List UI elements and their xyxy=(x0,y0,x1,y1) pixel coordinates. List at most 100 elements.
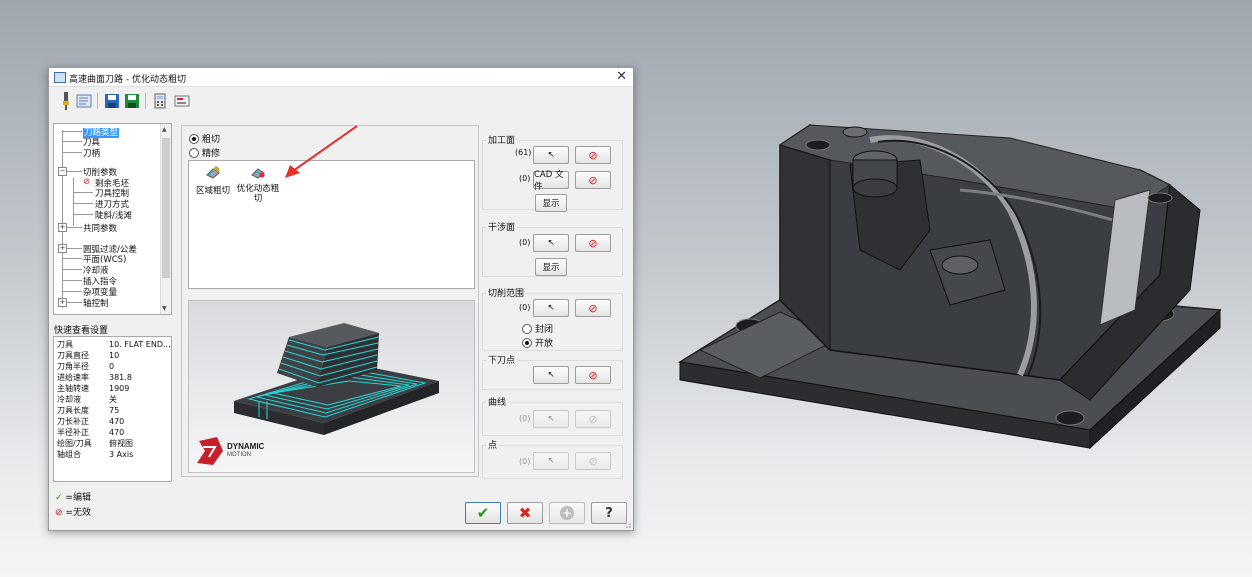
toolpath-preview-image: DYNAMIC MOTION xyxy=(188,300,475,473)
clear-cut-range-button[interactable]: ⊘ xyxy=(575,299,611,317)
ok-button[interactable]: ✔ xyxy=(465,502,501,524)
point-count: (0) xyxy=(519,457,531,466)
cancel-button[interactable]: ✖ xyxy=(507,502,543,524)
show-check-surface-button[interactable]: 显示 xyxy=(535,258,567,276)
calculator-icon[interactable] xyxy=(151,92,169,110)
cursor-arrow-icon: ↖ xyxy=(547,370,555,380)
select-cut-range-button[interactable]: ↖ xyxy=(533,299,569,317)
logo-text: DYNAMIC xyxy=(227,442,265,451)
select-machining-surface-button[interactable]: ↖ xyxy=(533,146,569,164)
check-icon: ✔ xyxy=(476,504,490,522)
quick-view-row: 绘图/刀具 俯视图 xyxy=(57,439,133,448)
toolpath-dialog: 高速曲面刀路 - 优化动态粗切 ✕ 刀路类型 刀具 刀柄 − 切削参数 ⊘ 剩余… xyxy=(48,67,634,531)
collapse-icon[interactable]: − xyxy=(58,167,67,176)
tree-item-axis-control[interactable]: 轴控制 xyxy=(83,297,109,309)
scroll-down-icon[interactable]: ▼ xyxy=(162,305,167,312)
quick-view-row: 冷却液关 xyxy=(57,395,117,404)
quick-view-row: 进给速率 381.8 xyxy=(57,373,132,382)
clear-machining-surface-button[interactable]: ⊘ xyxy=(575,146,611,164)
help-icon: ? xyxy=(605,505,613,521)
close-icon: ✖ xyxy=(518,504,532,522)
quick-view-row: 刀具长度 75 xyxy=(57,406,120,415)
window-title: 高速曲面刀路 - 优化动态粗切 xyxy=(69,75,186,85)
select-check-surface-button[interactable]: ↖ xyxy=(533,234,569,252)
method-optirough[interactable]: 优化动态粗切 xyxy=(235,165,281,204)
apply-button[interactable]: + xyxy=(549,502,585,524)
mold-part-render xyxy=(677,124,1222,450)
check-surface-label: 干涉面 xyxy=(486,220,518,233)
rough-radio[interactable]: 粗切 xyxy=(189,132,220,145)
scroll-thumb[interactable] xyxy=(162,138,170,278)
help-button[interactable]: ? xyxy=(591,502,627,524)
optirough-icon xyxy=(251,168,265,179)
dynamic-motion-logo xyxy=(197,437,223,465)
quick-view-panel: 刀具 10. FLAT END... 刀具直径 10 刀角半径 0 进给速率 381.8… xyxy=(53,336,172,482)
curve-label: 曲线 xyxy=(486,395,509,408)
scroll-up-icon[interactable]: ▲ xyxy=(162,126,167,133)
area-rough-icon xyxy=(206,166,220,179)
logo-subtext: MOTION xyxy=(227,452,251,458)
clear-entry-point-button[interactable]: ⊘ xyxy=(575,366,611,384)
machining-surface-label: 加工面 xyxy=(486,133,518,146)
quick-view-title: 快速查看设置 xyxy=(54,326,109,336)
select-curve-button[interactable]: ↖ xyxy=(533,410,569,428)
cut-range-count: (0) xyxy=(519,303,531,312)
clear-check-surface-button[interactable]: ⊘ xyxy=(575,234,611,252)
clear-cad-file-button[interactable]: ⊘ xyxy=(575,171,611,189)
cursor-arrow-icon: ↖ xyxy=(547,150,555,160)
resize-grip-icon[interactable] xyxy=(623,520,631,528)
clear-curve-button[interactable]: ⊘ xyxy=(575,410,611,428)
toolpath-list-icon[interactable] xyxy=(75,92,93,110)
tree-item-steep-shallow[interactable]: 陡斜/浅滩 xyxy=(95,209,132,221)
toolbar-separator xyxy=(145,93,146,109)
tool-icon[interactable] xyxy=(57,92,75,110)
tree-scrollbar[interactable]: ▲ ▼ xyxy=(160,124,171,314)
check-icon: ✓ xyxy=(55,493,63,503)
save-icon[interactable] xyxy=(103,92,121,110)
invalid-icon: ⊘ xyxy=(83,177,91,187)
deselect-icon: ⊘ xyxy=(588,236,598,250)
deselect-icon: ⊘ xyxy=(588,454,598,468)
cursor-arrow-icon: ↖ xyxy=(547,303,555,313)
radio-open[interactable] xyxy=(522,337,532,348)
select-entry-point-button[interactable]: ↖ xyxy=(533,366,569,384)
clear-point-button[interactable]: ⊘ xyxy=(575,452,611,470)
legend-invalid: ⊘ =无效 xyxy=(55,508,91,518)
cad-file-button[interactable]: CAD 文件 xyxy=(533,170,569,192)
deselect-icon: ⊘ xyxy=(588,173,598,187)
quick-view-row: 刀具直径 10 xyxy=(57,351,120,360)
closed-radio[interactable]: 封闭 xyxy=(522,322,553,335)
cursor-arrow-icon: ↖ xyxy=(547,456,555,466)
select-point-button[interactable]: ↖ xyxy=(533,452,569,470)
quick-view-row: 刀具 10. FLAT END... xyxy=(57,340,171,349)
toolbar-separator xyxy=(97,93,98,109)
save-as-icon[interactable] xyxy=(123,92,141,110)
radio-finish[interactable] xyxy=(189,147,199,158)
tree-item-linking[interactable]: 共同参数 xyxy=(83,222,117,234)
entry-point-label: 下刀点 xyxy=(486,353,518,366)
finish-radio[interactable]: 精修 xyxy=(189,146,220,159)
expand-icon[interactable]: + xyxy=(58,223,67,232)
machining-surface-count: (61) xyxy=(515,148,532,157)
radio-closed[interactable] xyxy=(522,323,532,334)
deselect-icon: ⊘ xyxy=(588,301,598,315)
app-icon xyxy=(54,72,66,83)
options-icon[interactable] xyxy=(173,92,191,110)
invalid-icon: ⊘ xyxy=(55,508,63,518)
cursor-arrow-icon: ↖ xyxy=(547,238,555,248)
expand-icon[interactable]: + xyxy=(58,298,67,307)
quick-view-row: 轴组合 3 Axis xyxy=(57,450,134,459)
radio-rough[interactable] xyxy=(189,133,199,144)
toolbar xyxy=(49,87,633,115)
method-area-rough[interactable]: 区域粗切 xyxy=(195,165,231,196)
title-bar: 高速曲面刀路 - 优化动态粗切 ✕ xyxy=(49,68,633,87)
tree-item-holder[interactable]: 刀柄 xyxy=(83,147,100,159)
expand-icon[interactable]: + xyxy=(58,244,67,253)
curve-count: (0) xyxy=(519,414,531,423)
cad-file-count: (0) xyxy=(519,174,531,183)
quick-view-row: 刀长补正 470 xyxy=(57,417,125,426)
open-radio[interactable]: 开放 xyxy=(522,336,553,349)
deselect-icon: ⊘ xyxy=(588,412,598,426)
close-icon[interactable]: ✕ xyxy=(616,69,627,84)
show-machining-surface-button[interactable]: 显示 xyxy=(535,194,567,212)
